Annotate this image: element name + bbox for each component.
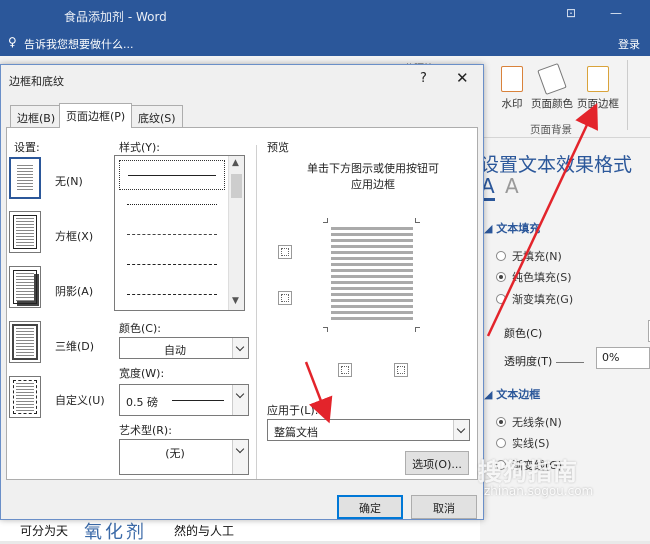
watermark-url: zhinan.sogou.com xyxy=(484,484,594,498)
arrow-to-apply-to xyxy=(304,361,333,424)
tab-page-border[interactable]: 页面边框(P) xyxy=(59,103,133,128)
arrow-to-page-borders xyxy=(486,102,598,337)
watermark-text: 搜狗指南 xyxy=(478,458,578,486)
